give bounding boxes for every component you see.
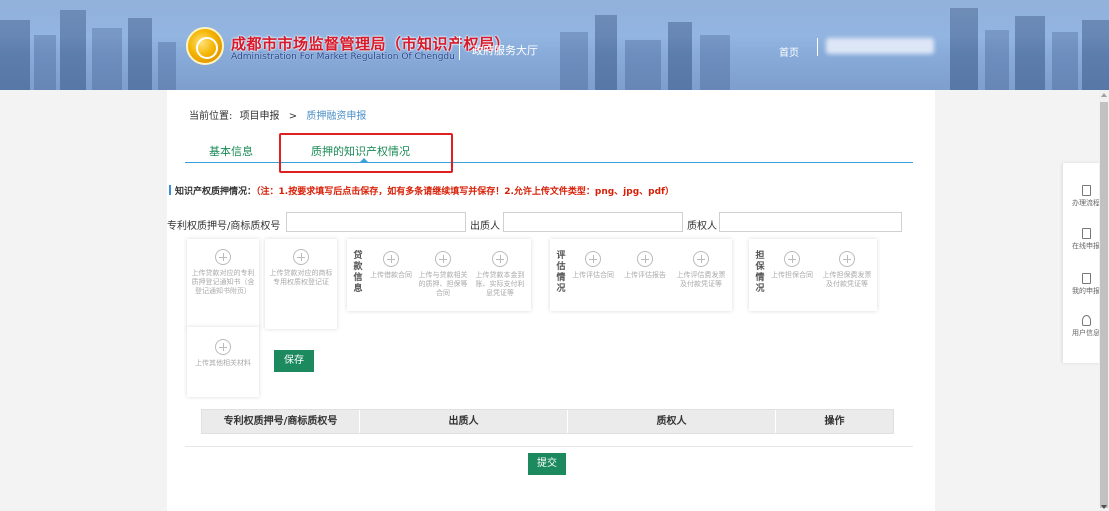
- plus-circle-icon: [693, 251, 709, 267]
- patent-number-label: 专利权质押号/商标质权号: [167, 221, 281, 232]
- scroll-down-arrow-icon[interactable]: [1101, 505, 1107, 509]
- main-panel: 当前位置: 项目申报 > 质押融资申报 基本信息 质押的知识产权情况 知识产权质…: [167, 90, 935, 511]
- tab-pledged-ip[interactable]: 质押的知识产权情况: [311, 143, 410, 159]
- plus-circle-icon: [215, 249, 231, 265]
- upload-guarantee-contract[interactable]: 上传担保合同: [769, 251, 815, 280]
- section-marker: [169, 185, 171, 195]
- plus-circle-icon: [492, 251, 508, 267]
- upload-guarantee-invoice[interactable]: 上传担保费发票及付款凭证等: [821, 251, 873, 289]
- note-text: （注：1.按要求填写后点击保存，如有多条请继续填写并保存！2.允许上传文件类型：…: [256, 187, 674, 197]
- upload-loan-contract[interactable]: 上传借款合同: [369, 251, 413, 280]
- upload-group-evaluation: 评估情况 上传评估合同 上传评估报告 上传评估费发票及付款凭证等: [550, 239, 732, 311]
- breadcrumb: 当前位置: 项目申报 > 质押融资申报: [189, 107, 366, 122]
- pledgee-input[interactable]: [719, 212, 902, 232]
- upload-label: 上传担保费发票及付款凭证等: [822, 271, 872, 288]
- upload-group-loan: 贷款信息 上传借款合同 上传与贷款相关的质押、担保等合同 上传贷款本金到账、实际…: [347, 239, 531, 311]
- tab-basic-info[interactable]: 基本信息: [209, 143, 253, 159]
- pledgor-label: 出质人: [470, 221, 500, 232]
- plus-circle-icon: [293, 249, 309, 265]
- breadcrumb-label: 当前位置:: [189, 111, 233, 122]
- list-document-icon: [1081, 273, 1091, 284]
- upload-group-guarantee: 担保情况 上传担保合同 上传担保费发票及付款凭证等: [749, 239, 877, 311]
- edit-document-icon: [1081, 228, 1091, 239]
- group-label: 评估情况: [556, 251, 566, 294]
- upload-other-materials[interactable]: 上传其他相关材料: [187, 327, 259, 397]
- upload-label: 上传与贷款相关的质押、担保等合同: [418, 271, 468, 297]
- upload-label: 上传担保合同: [771, 271, 813, 279]
- site-title[interactable]: 成都市市场监督管理局（市知识产权局）: [231, 33, 510, 54]
- sidebar-item-label: 办理流程: [1072, 199, 1100, 207]
- service-hall-link[interactable]: 政府服务大厅: [472, 42, 538, 58]
- group-label: 贷款信息: [353, 251, 363, 294]
- home-link[interactable]: 首页: [779, 44, 799, 59]
- divider: [185, 446, 913, 447]
- plus-circle-icon: [215, 339, 231, 355]
- breadcrumb-root[interactable]: 项目申报: [240, 111, 280, 122]
- upload-label: 上传评估报告: [624, 271, 666, 279]
- scroll-up-arrow-icon[interactable]: [1101, 93, 1107, 97]
- user-icon: [1081, 315, 1091, 326]
- column-header-patent-number: 专利权质押号/商标质权号: [202, 410, 360, 433]
- column-header-pledgor: 出质人: [360, 410, 568, 433]
- header-divider: [459, 36, 460, 60]
- upload-loan-related-contracts[interactable]: 上传与贷款相关的质押、担保等合同: [417, 251, 469, 298]
- upload-evaluation-invoice[interactable]: 上传评估费发票及付款凭证等: [674, 251, 728, 289]
- vertical-scrollbar[interactable]: [1099, 90, 1109, 511]
- column-header-pledgee: 质权人: [568, 410, 776, 433]
- upload-evaluation-contract[interactable]: 上传评估合同: [570, 251, 616, 280]
- document-icon: [1081, 185, 1091, 196]
- tab-bar: 基本信息 质押的知识产权情况: [185, 133, 913, 173]
- upload-label: 上传借款合同: [370, 271, 412, 279]
- breadcrumb-current: 质押融资申报: [306, 111, 367, 122]
- section-note: 知识产权质押情况：（注：1.按要求填写后点击保存，如有多条请继续填写并保存！2.…: [169, 184, 674, 197]
- upload-label: 上传其他相关材料: [195, 359, 251, 367]
- upload-loan-payment-proof[interactable]: 上传贷款本金到账、实际支付利息凭证等: [473, 251, 527, 298]
- user-name-blurred[interactable]: [826, 38, 934, 54]
- sidebar-item-label: 在线申报: [1072, 242, 1100, 250]
- plus-circle-icon: [585, 251, 601, 267]
- agency-logo[interactable]: [186, 27, 224, 65]
- header-banner: 成都市市场监督管理局（市知识产权局） Administration For Ma…: [0, 0, 1109, 90]
- pledgee-label: 质权人: [687, 221, 717, 232]
- upload-label: 上传贷款本金到账、实际支付利息凭证等: [475, 271, 525, 297]
- submit-button[interactable]: 提交: [528, 453, 566, 475]
- plus-circle-icon: [784, 251, 800, 267]
- breadcrumb-separator: >: [288, 111, 298, 122]
- upload-label: 上传评估合同: [572, 271, 614, 279]
- plus-circle-icon: [383, 251, 399, 267]
- sidebar-item-label: 我的申报: [1072, 287, 1100, 295]
- upload-label: 上传贷款对应的专利质押登记通知书（含登记通知书附页）: [191, 269, 255, 295]
- scrollbar-thumb[interactable]: [1100, 102, 1108, 508]
- plus-circle-icon: [435, 251, 451, 267]
- upload-label: 上传贷款对应的商标专用权质权登记证: [269, 269, 333, 286]
- upload-trademark-certificate[interactable]: 上传贷款对应的商标专用权质权登记证: [265, 239, 337, 329]
- pledgor-input[interactable]: [503, 212, 683, 232]
- column-header-actions: 操作: [824, 416, 845, 427]
- plus-circle-icon: [637, 251, 653, 267]
- upload-evaluation-report[interactable]: 上传评估报告: [622, 251, 668, 280]
- group-label: 担保情况: [755, 251, 765, 294]
- upload-label: 上传评估费发票及付款凭证等: [676, 271, 726, 288]
- site-subtitle: Administration For Market Regulation Of …: [231, 52, 455, 62]
- plus-circle-icon: [839, 251, 855, 267]
- patent-number-input[interactable]: [286, 212, 466, 232]
- active-tab-indicator: [359, 158, 369, 163]
- pledge-table-header: 专利权质押号/商标质权号 出质人 质权人 操作: [201, 409, 894, 434]
- upload-patent-notice[interactable]: 上传贷款对应的专利质押登记通知书（含登记通知书附页）: [187, 239, 259, 329]
- save-button[interactable]: 保存: [274, 350, 314, 372]
- note-label: 知识产权质押情况：: [175, 187, 257, 197]
- header-divider-right: [817, 38, 818, 56]
- sidebar-item-label: 用户信息: [1072, 329, 1100, 337]
